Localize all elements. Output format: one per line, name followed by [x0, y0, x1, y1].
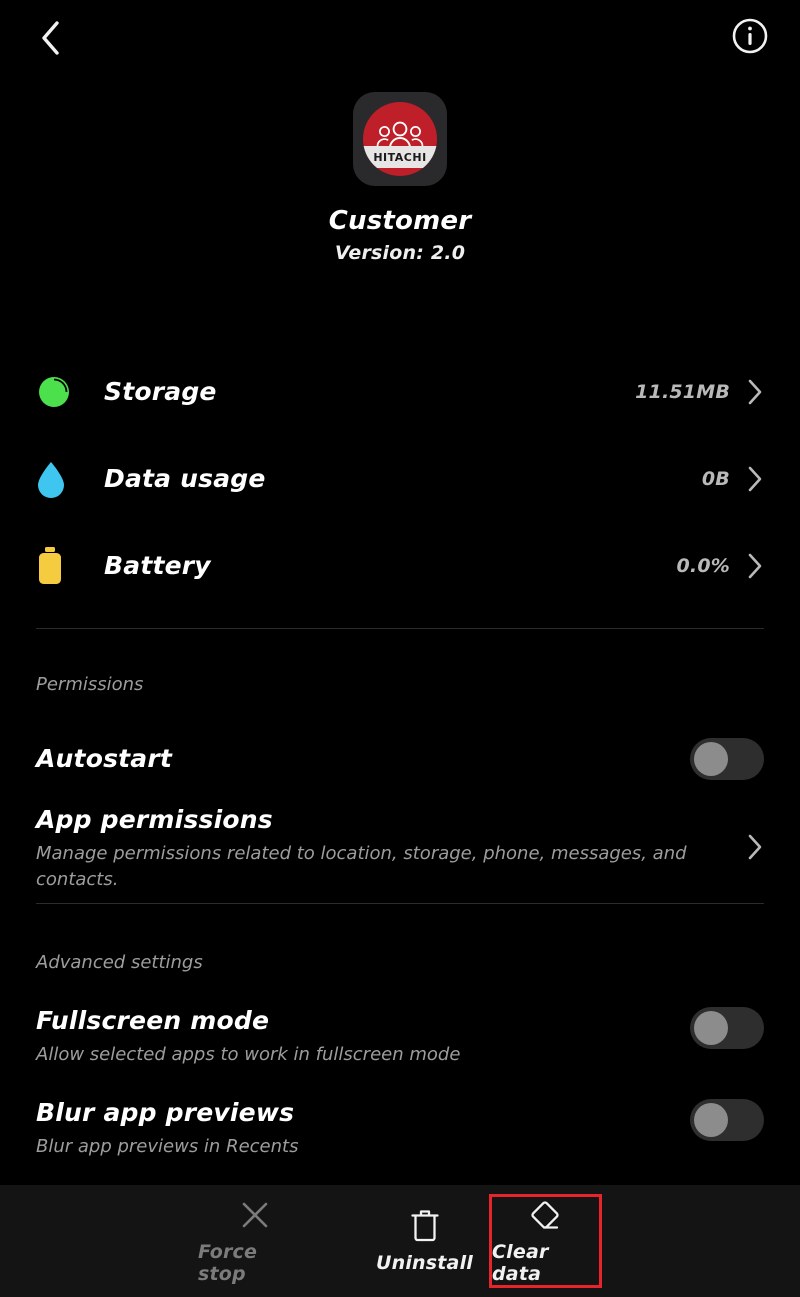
row-blur-app-previews[interactable]: Blur app previews Blur app previews in R… [36, 1098, 764, 1160]
chevron-left-icon [42, 21, 59, 55]
battery-icon [39, 546, 61, 584]
app-header: HITACHI Customer Version: 2.0 [0, 92, 800, 264]
blur-toggle-knob [694, 1103, 728, 1137]
blur-text: Blur app previews Blur app previews in R… [36, 1098, 690, 1160]
bottom-action-bar: Force stop Uninstall Clear data [0, 1185, 800, 1297]
autostart-toggle-knob [694, 742, 728, 776]
fullscreen-toggle[interactable] [690, 1007, 764, 1049]
chevron-right-icon [748, 834, 762, 860]
clear-data-button[interactable]: Clear data [489, 1194, 602, 1288]
uninstall-icon-wrap [410, 1208, 440, 1242]
row-data-usage[interactable]: Data usage 0B [0, 435, 800, 522]
app-stats-list: Storage 11.51MB Data usage 0B Battery 0.… [0, 348, 800, 609]
blur-toggle[interactable] [690, 1099, 764, 1141]
storage-label: Storage [104, 377, 217, 406]
divider-middle [36, 903, 764, 904]
app-icon-circle: HITACHI [363, 102, 437, 176]
data-usage-label: Data usage [104, 464, 266, 493]
info-circle-icon [732, 18, 768, 54]
section-header-advanced: Advanced settings [36, 952, 203, 973]
close-x-icon [242, 1202, 267, 1228]
battery-label: Battery [104, 551, 211, 580]
battery-value: 0.0% [676, 554, 730, 577]
battery-chevron-wrap [746, 551, 764, 581]
autostart-toggle[interactable] [690, 738, 764, 780]
chevron-right-icon [748, 379, 762, 404]
trash-icon [410, 1210, 439, 1242]
top-bar [0, 0, 800, 76]
pie-chart-icon [39, 376, 69, 407]
app-info-screen: HITACHI Customer Version: 2.0 Storage 11… [0, 0, 800, 1297]
uninstall-button[interactable]: Uninstall [368, 1194, 481, 1288]
data-usage-value: 0B [701, 467, 730, 490]
app-info-button[interactable] [726, 12, 774, 60]
app-permissions-label: App permissions [36, 805, 273, 834]
force-stop-label: Force stop [198, 1241, 258, 1285]
divider-top [36, 628, 764, 629]
row-fullscreen-mode[interactable]: Fullscreen mode Allow selected apps to w… [36, 1006, 764, 1068]
app-version: Version: 2.0 [334, 242, 466, 264]
clear-data-icon-wrap [528, 1197, 564, 1231]
section-header-permissions: Permissions [36, 674, 144, 695]
fullscreen-label: Fullscreen mode [36, 1006, 270, 1035]
clear-data-label: Clear data [492, 1241, 549, 1285]
app-permissions-text: App permissions Manage permissions relat… [36, 805, 746, 893]
chevron-right-icon [748, 553, 762, 578]
app-name: Customer [328, 206, 472, 236]
autostart-label: Autostart [36, 743, 173, 773]
row-autostart[interactable]: Autostart [36, 738, 764, 780]
app-icon-brand-band: HITACHI [363, 146, 437, 168]
force-stop-icon-wrap [239, 1197, 271, 1231]
blur-label: Blur app previews [36, 1098, 295, 1127]
water-drop-icon [38, 461, 64, 498]
app-permissions-description: Manage permissions related to location, … [36, 842, 687, 890]
app-permissions-chevron-wrap [746, 806, 764, 862]
app-icon-brand-text: HITACHI [373, 150, 427, 164]
storage-icon-wrap [36, 374, 82, 410]
fullscreen-description: Allow selected apps to work in fullscree… [36, 1043, 461, 1065]
force-stop-button[interactable]: Force stop [198, 1194, 311, 1288]
storage-chevron-wrap [746, 377, 764, 407]
data-usage-icon-wrap [36, 460, 82, 498]
battery-icon-wrap [36, 546, 82, 586]
hitachi-customer-app-icon: HITACHI [353, 92, 447, 186]
autostart-text: Autostart [36, 743, 690, 774]
chevron-right-icon [748, 466, 762, 491]
row-app-permissions[interactable]: App permissions Manage permissions relat… [36, 805, 764, 893]
row-battery[interactable]: Battery 0.0% [0, 522, 800, 609]
row-storage[interactable]: Storage 11.51MB [0, 348, 800, 435]
fullscreen-text: Fullscreen mode Allow selected apps to w… [36, 1006, 690, 1068]
blur-description: Blur app previews in Recents [36, 1135, 299, 1157]
eraser-icon [530, 1201, 559, 1229]
fullscreen-toggle-knob [694, 1011, 728, 1045]
uninstall-label: Uninstall [375, 1252, 474, 1274]
data-usage-chevron-wrap [746, 464, 764, 494]
storage-value: 11.51MB [635, 380, 730, 403]
back-button[interactable] [26, 14, 74, 62]
